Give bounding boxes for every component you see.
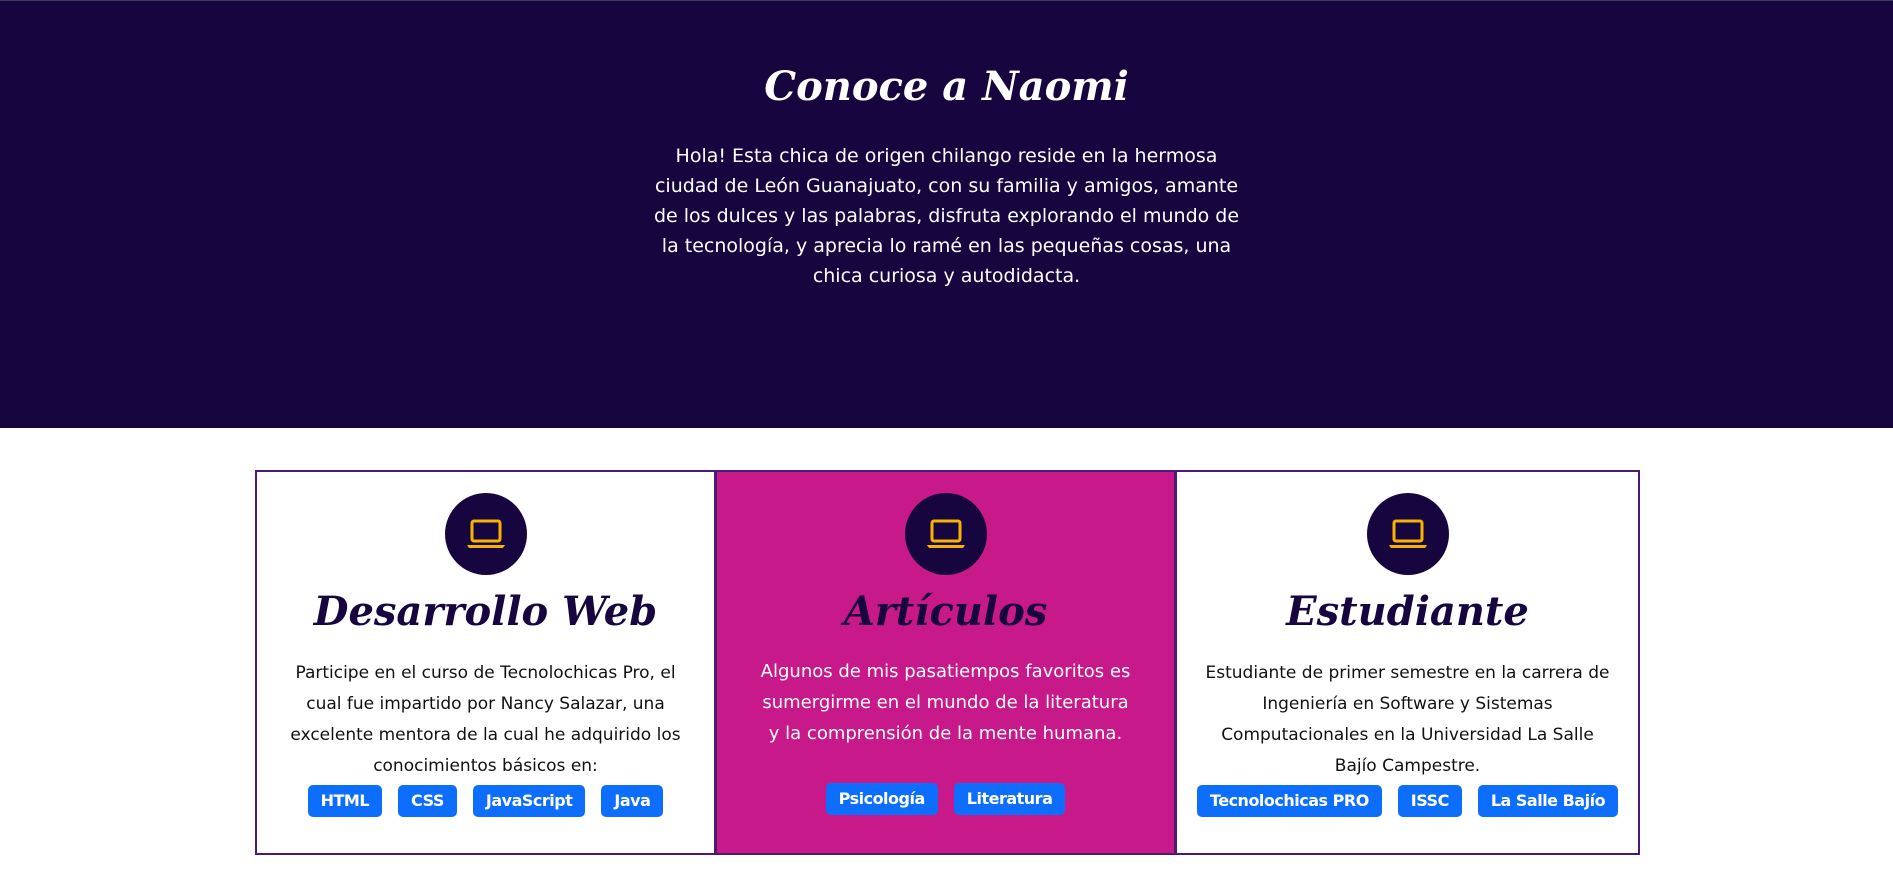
card-text: Participe en el curso de Tecnolochicas P… [290,663,681,776]
tag-list: Tecnolochicas PRO ISSC La Salle Bajío [1177,785,1638,817]
tag-tecnolochicas-pro[interactable]: Tecnolochicas PRO [1196,785,1382,817]
laptop-icon [1388,519,1427,548]
card-icon-circle [444,493,527,575]
card-text: Algunos de mis pasatiempos favoritos es … [760,661,1131,744]
tag-css[interactable]: CSS [398,785,457,817]
tag-javascript[interactable]: JavaScript [472,785,586,817]
cards-section: Desarrollo Web Participe en el curso de … [255,470,1640,855]
laptop-icon [926,519,965,548]
tag-psicologia[interactable]: Psicología [825,783,938,815]
tag-literatura[interactable]: Literatura [953,783,1066,815]
card-icon-circle [1366,493,1449,575]
tag-la-salle-bajio[interactable]: La Salle Bajío [1477,785,1619,817]
tag-list: Psicología Literatura [717,783,1174,815]
card-title: Desarrollo Web [313,588,658,635]
card-title: Estudiante [1286,588,1529,635]
hero-description: Hola! Esta chica de origen chilango resi… [653,145,1240,287]
tag-issc[interactable]: ISSC [1397,785,1462,817]
card-title: Artículos [843,588,1048,635]
hero-section: Conoce a Naomi Hola! Esta chica de orige… [0,0,1893,428]
card-text: Estudiante de primer semestre en la carr… [1205,663,1610,776]
tag-java[interactable]: Java [601,785,664,817]
card-desarrollo-web: Desarrollo Web Participe en el curso de … [257,472,717,853]
tag-html[interactable]: HTML [307,785,383,817]
card-icon-circle [904,493,987,575]
card-estudiante: Estudiante Estudiante de primer semestre… [1177,472,1638,853]
hero-title: Conoce a Naomi [764,63,1129,110]
card-articulos: Artículos Algunos de mis pasatiempos fav… [717,472,1177,853]
laptop-icon [466,519,505,548]
tag-list: HTML CSS JavaScript Java [257,785,714,817]
